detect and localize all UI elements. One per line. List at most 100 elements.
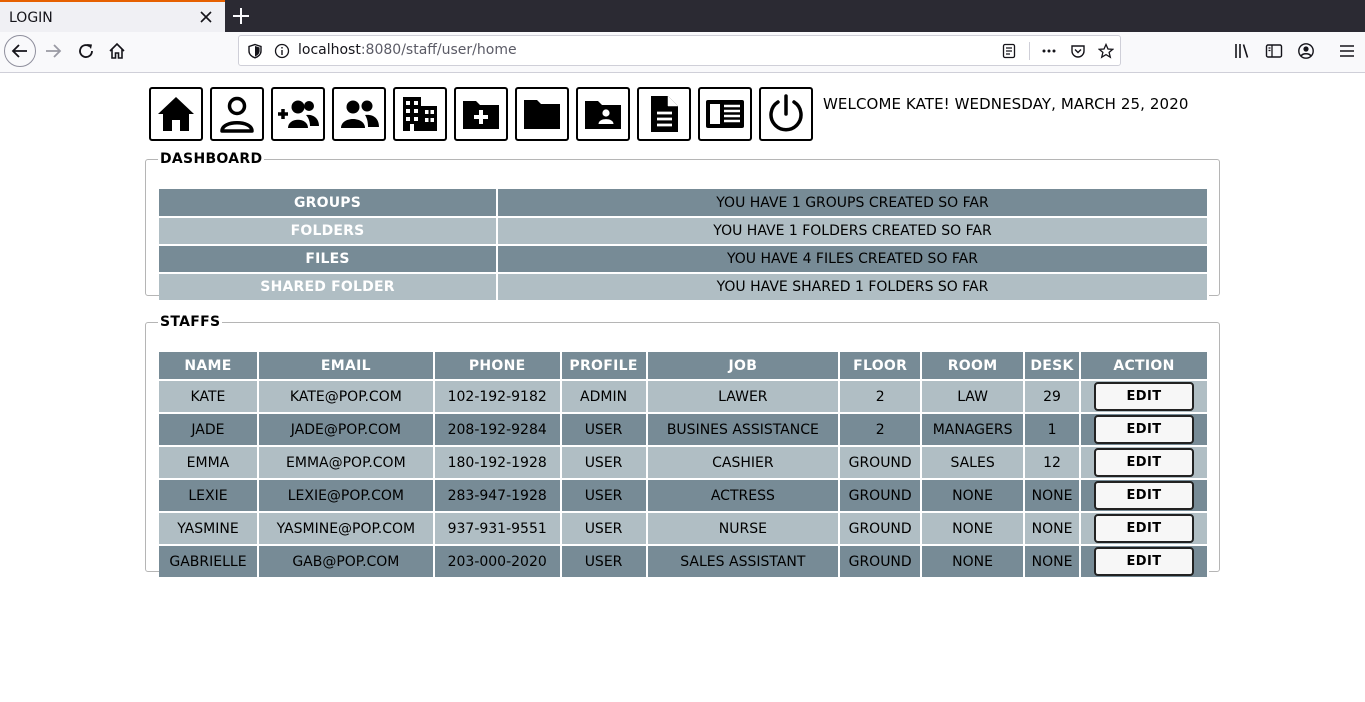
cell-room: NONE (921, 545, 1026, 579)
sidebar-icon[interactable] (1265, 42, 1283, 60)
dashboard-row: FILES YOU HAVE 4 FILES CREATED SO FAR (159, 245, 1209, 274)
add-group-button[interactable] (271, 87, 325, 141)
tab-title: LOGIN (9, 10, 53, 26)
staffs-table-body: KATE KATE@POP.COM 102-192-9182 ADMIN LAWER 2 L… (159, 380, 1209, 579)
cell-desk: NONE (1024, 479, 1081, 513)
cell-room: NONE (921, 512, 1026, 546)
table-row: YASMINE YASMINE@POP.COM 937-931-9551 USER NU… (159, 512, 1209, 546)
cell-name: KATE (159, 380, 259, 414)
edit-button[interactable]: EDIT (1094, 547, 1194, 576)
cell-floor: GROUND (839, 512, 923, 546)
reader-view-icon[interactable] (1001, 43, 1017, 59)
user-icon (220, 96, 254, 133)
power-icon (769, 94, 803, 132)
news-button[interactable] (698, 87, 752, 141)
cell-name: GABRIELLE (159, 545, 259, 579)
cell-floor: 2 (839, 413, 923, 447)
back-arrow-icon (11, 44, 27, 58)
cell-floor: GROUND (839, 545, 923, 579)
cell-phone: 180-192-1928 (433, 446, 562, 480)
welcome-message: WELCOME KATE! WEDNESDAY, MARCH 25, 2020 (823, 95, 1189, 113)
browser-tab[interactable]: LOGIN (0, 0, 225, 32)
new-tab-icon[interactable] (231, 6, 251, 26)
dashboard-label: SHARED FOLDER (159, 273, 498, 302)
cell-job: CASHIER (646, 446, 841, 480)
cell-floor: 2 (839, 380, 923, 414)
cell-desk: 12 (1024, 446, 1081, 480)
edit-button[interactable]: EDIT (1094, 415, 1194, 444)
cell-floor: GROUND (839, 446, 923, 480)
library-icon[interactable] (1233, 42, 1251, 60)
profile-button[interactable] (210, 87, 264, 141)
cell-phone: 283-947-1928 (433, 479, 562, 513)
more-actions-icon[interactable] (1041, 43, 1057, 59)
info-icon[interactable] (274, 43, 290, 59)
column-header-job: JOB (646, 352, 841, 381)
pocket-icon[interactable] (1070, 43, 1086, 59)
back-button[interactable] (4, 35, 36, 67)
building-icon (403, 97, 437, 131)
cell-profile: USER (560, 512, 648, 546)
reload-icon[interactable] (77, 42, 95, 60)
cell-action: EDIT (1080, 413, 1209, 447)
table-row: EMMA EMMA@POP.COM 180-192-1928 USER CASHIER G… (159, 446, 1209, 480)
cell-job: NURSE (646, 512, 841, 546)
dashboard-legend: DASHBOARD (160, 151, 263, 167)
edit-button[interactable]: EDIT (1094, 481, 1194, 510)
staffs-header-row: NAME EMAIL PHONE PROFILE JOB FLOOR ROOM … (159, 352, 1209, 381)
newspaper-icon (706, 100, 744, 128)
building-button[interactable] (393, 87, 447, 141)
documents-button[interactable] (637, 87, 691, 141)
logout-button[interactable] (759, 87, 813, 141)
bookmark-star-icon[interactable] (1098, 43, 1114, 59)
dashboard-row: GROUPS YOU HAVE 1 GROUPS CREATED SO FAR (159, 189, 1209, 218)
cell-phone: 208-192-9284 (433, 413, 562, 447)
dashboard-value: YOU HAVE 1 GROUPS CREATED SO FAR (497, 189, 1209, 218)
column-header-email: EMAIL (257, 352, 435, 381)
dashboard-row: SHARED FOLDER YOU HAVE SHARED 1 FOLDERS … (159, 273, 1209, 302)
cell-name: YASMINE (159, 512, 259, 546)
dashboard-label: FOLDERS (159, 217, 498, 246)
groups-button[interactable] (332, 87, 386, 141)
cell-phone: 937-931-9551 (433, 512, 562, 546)
dashboard-value: YOU HAVE 1 FOLDERS CREATED SO FAR (497, 217, 1209, 246)
cell-room: NONE (921, 479, 1026, 513)
edit-button[interactable]: EDIT (1094, 382, 1194, 411)
column-header-desk: DESK (1024, 352, 1081, 381)
edit-button[interactable]: EDIT (1094, 448, 1194, 477)
dashboard-panel: DASHBOARD GROUPS YOU HAVE 1 GROUPS CREAT… (145, 151, 1220, 302)
column-header-room: ROOM (921, 352, 1026, 381)
table-row: KATE KATE@POP.COM 102-192-9182 ADMIN LAWER 2 L… (159, 380, 1209, 414)
home-browser-icon[interactable] (108, 42, 126, 60)
forward-arrow-icon[interactable] (44, 42, 62, 60)
column-header-phone: PHONE (433, 352, 562, 381)
staffs-table: NAME EMAIL PHONE PROFILE JOB FLOOR ROOM … (159, 352, 1209, 579)
url-bar[interactable]: localhost:8080/staff/user/home (238, 35, 1121, 66)
close-tab-icon[interactable] (198, 9, 214, 25)
url-path: :8080/staff/user/home (360, 42, 517, 58)
browser-nav-bar: localhost:8080/staff/user/home (0, 32, 1365, 73)
column-header-floor: FLOOR (839, 352, 923, 381)
staffs-panel: STAFFS NAME EMAIL PHONE PROFILE JOB FLOO… (145, 314, 1220, 579)
edit-button[interactable]: EDIT (1094, 514, 1194, 543)
add-group-icon (278, 100, 319, 128)
dashboard-label: GROUPS (159, 189, 498, 218)
home-button[interactable] (149, 87, 203, 141)
cell-job: LAWER (646, 380, 841, 414)
folders-button[interactable] (515, 87, 569, 141)
group-icon (341, 100, 379, 128)
add-folder-button[interactable] (454, 87, 508, 141)
url-text[interactable]: localhost:8080/staff/user/home (298, 42, 517, 58)
menu-icon[interactable] (1338, 42, 1356, 60)
shared-folder-button[interactable] (576, 87, 630, 141)
dashboard-row: FOLDERS YOU HAVE 1 FOLDERS CREATED SO FA… (159, 217, 1209, 246)
cell-email: KATE@POP.COM (257, 380, 435, 414)
cell-phone: 102-192-9182 (433, 380, 562, 414)
cell-profile: ADMIN (560, 380, 648, 414)
cell-phone: 203-000-2020 (433, 545, 562, 579)
shield-icon[interactable] (247, 43, 263, 59)
account-icon[interactable] (1297, 42, 1315, 60)
cell-name: EMMA (159, 446, 259, 480)
cell-action: EDIT (1080, 446, 1209, 480)
staffs-legend: STAFFS (160, 314, 221, 330)
